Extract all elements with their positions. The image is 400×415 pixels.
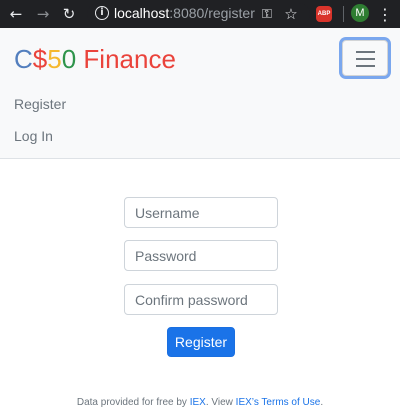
profile-avatar[interactable]: M xyxy=(351,4,369,22)
star-icon[interactable]: ☆ xyxy=(281,4,301,24)
arrow-right-icon[interactable]: → xyxy=(33,4,53,24)
nav-link-register[interactable]: Register xyxy=(14,96,66,112)
nav-link-login[interactable]: Log In xyxy=(14,128,53,144)
url-host: localhost xyxy=(114,5,170,21)
footer-suffix: . xyxy=(320,397,324,408)
brand-five: 5 xyxy=(47,44,62,74)
confirm-password-input[interactable] xyxy=(124,284,278,315)
password-input[interactable] xyxy=(124,240,278,271)
info-icon[interactable]: i xyxy=(95,6,109,20)
footer-prefix: Data provided for free by xyxy=(76,397,190,408)
footer: Data provided for free by IEX. View IEX’… xyxy=(0,397,400,408)
register-button[interactable]: Register xyxy=(167,327,235,357)
brand-dollar: $ xyxy=(32,44,48,74)
username-input[interactable] xyxy=(124,197,278,228)
iex-terms-link[interactable]: IEX’s Terms of Use xyxy=(236,397,321,408)
reload-icon[interactable]: ↻ xyxy=(59,4,79,24)
brand-finance: Finance xyxy=(83,44,176,74)
brand-c: C xyxy=(14,44,33,74)
adblock-extension-icon[interactable]: ABP xyxy=(316,6,332,22)
footer-middle: . View xyxy=(205,397,236,408)
navbar: C$50 Finance Register Log In xyxy=(0,28,400,159)
url-text[interactable]: localhost:8080/register xyxy=(114,5,255,21)
toolbar-divider xyxy=(343,6,344,22)
kebab-menu-icon[interactable]: ⋮ xyxy=(375,4,395,24)
brand-zero: 0 xyxy=(61,44,77,74)
browser-toolbar: ← → ↻ i localhost:8080/register ⚿ ☆ ABP … xyxy=(0,0,400,28)
key-icon[interactable]: ⚿ xyxy=(257,4,277,24)
url-path: :8080/register xyxy=(169,5,255,21)
brand-logo[interactable]: C$50 Finance xyxy=(14,44,176,75)
iex-link[interactable]: IEX xyxy=(190,397,206,408)
navbar-toggler-button[interactable] xyxy=(342,40,388,76)
arrow-left-icon[interactable]: ← xyxy=(6,4,26,24)
